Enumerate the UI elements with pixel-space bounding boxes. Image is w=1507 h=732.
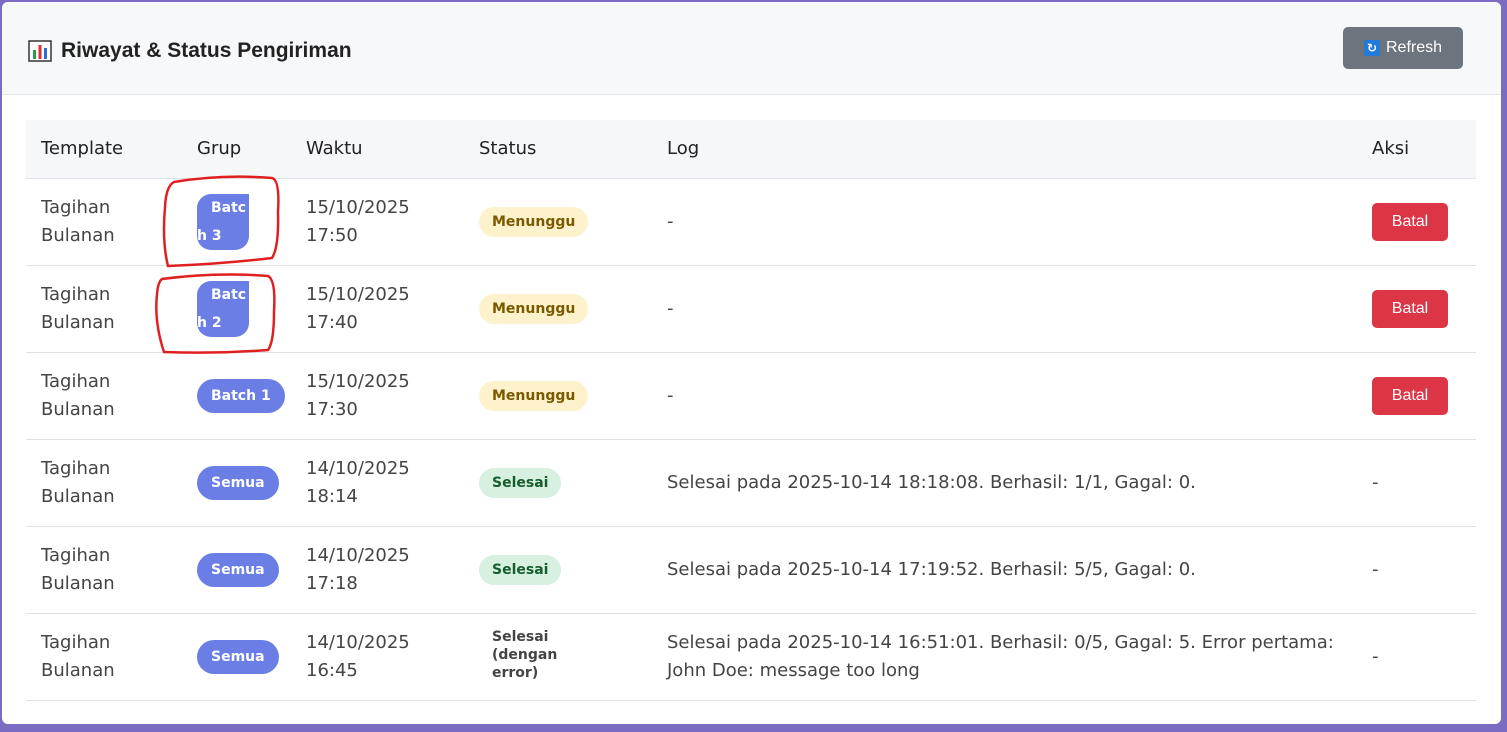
group-badge: Batch 3 [197,193,249,250]
cancel-button[interactable]: Batal [1372,376,1448,415]
action-cell: - [1357,613,1476,701]
cancel-button[interactable]: Batal [1372,289,1448,328]
time-cell: 15/10/2025 17:30 [291,352,464,440]
time-cell: 14/10/2025 16:45 [291,613,464,701]
refresh-label: Refresh [1385,39,1443,56]
log-cell: Selesai pada 2025-10-14 18:18:08. Berhas… [652,439,1357,527]
time-clock: 17:30 [306,398,358,420]
refresh-icon: ↻ [1363,40,1380,56]
column-header-template: Template [26,120,182,179]
column-header-action: Aksi [1357,120,1476,179]
time-clock: 18:14 [306,485,358,507]
cancel-button[interactable]: Batal [1372,202,1448,241]
time-clock: 17:40 [306,311,358,333]
time-date: 14/10/2025 [306,457,410,479]
page-title-text: Riwayat & Status Pengiriman [61,39,352,62]
log-cell: Selesai pada 2025-10-14 17:19:52. Berhas… [652,526,1357,614]
group-badge: Semua [197,552,279,587]
table-header-row: Template Grup Waktu Status Log Aksi [26,120,1476,179]
time-clock: 17:18 [306,572,358,594]
time-date: 14/10/2025 [306,544,410,566]
status-badge: Menunggu [479,206,589,237]
time-cell: 14/10/2025 18:14 [291,439,464,527]
log-cell: - [652,178,1357,266]
table-row: Tagihan Bulanan Batch 2 15/10/2025 17:40 … [26,265,1476,353]
status-badge: Selesai [479,554,562,585]
time-cell: 15/10/2025 17:50 [291,178,464,266]
group-badge: Batch 2 [197,280,249,337]
time-date: 15/10/2025 [306,370,410,392]
status-badge: Menunggu [479,380,589,411]
table-row: Tagihan Bulanan Semua 14/10/2025 17:18 Se… [26,526,1476,614]
log-cell: - [652,265,1357,353]
time-date: 15/10/2025 [306,196,410,218]
column-header-log: Log [652,120,1357,179]
template-cell: Tagihan Bulanan [41,370,115,420]
time-cell: 15/10/2025 17:40 [291,265,464,353]
table-row: Tagihan Bulanan Semua 14/10/2025 16:45 Se… [26,613,1476,701]
history-table: Template Grup Waktu Status Log Aksi Tagi… [26,120,1476,701]
column-header-group: Grup [182,120,291,179]
column-header-time: Waktu [291,120,464,179]
template-cell: Tagihan Bulanan [41,544,115,594]
time-cell: 14/10/2025 17:18 [291,526,464,614]
table-row: Tagihan Bulanan Batch 3 15/10/2025 17:50 … [26,178,1476,266]
template-cell: Tagihan Bulanan [41,283,115,333]
log-cell: Selesai pada 2025-10-14 16:51:01. Berhas… [652,613,1357,701]
time-clock: 17:50 [306,224,358,246]
table-row: Tagihan Bulanan Batch 1 15/10/2025 17:30 … [26,352,1476,440]
action-cell: - [1357,439,1476,527]
column-header-status: Status [464,120,652,179]
table-row: Tagihan Bulanan Semua 14/10/2025 18:14 Se… [26,439,1476,527]
group-badge: Semua [197,639,279,674]
template-cell: Tagihan Bulanan [41,196,115,246]
time-date: 15/10/2025 [306,283,410,305]
group-badge: Batch 1 [197,378,285,413]
log-cell: - [652,352,1357,440]
card-header: Riwayat & Status Pengiriman ↻ Refresh [2,2,1501,95]
status-badge: Selesai [479,467,562,498]
bar-chart-icon [28,40,52,62]
time-date: 14/10/2025 [306,631,410,653]
page-title: Riwayat & Status Pengiriman [28,36,352,66]
action-cell: - [1357,526,1476,614]
template-cell: Tagihan Bulanan [41,631,115,681]
status-badge: Selesai (dengan error) [492,628,558,681]
template-cell: Tagihan Bulanan [41,457,115,507]
history-card: Riwayat & Status Pengiriman ↻ Refresh Te… [2,2,1501,724]
refresh-button[interactable]: ↻ Refresh [1343,27,1463,69]
status-badge: Menunggu [479,293,589,324]
group-badge: Semua [197,465,279,500]
time-clock: 16:45 [306,659,358,681]
